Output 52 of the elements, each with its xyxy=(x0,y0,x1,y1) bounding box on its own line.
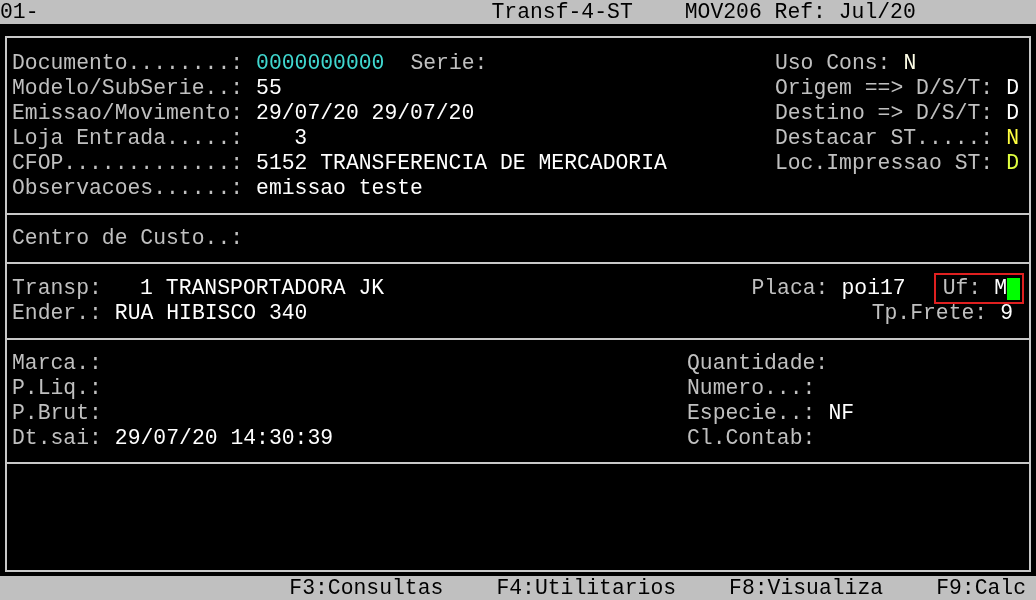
field-label: Transp: xyxy=(12,276,102,301)
field-value: N xyxy=(903,51,917,76)
field-value: 1 xyxy=(139,276,153,301)
field-label: Loja Entrada.....: xyxy=(12,126,244,151)
field-label: Especie..: xyxy=(687,401,816,426)
field-value: 29/07/20 29/07/20 xyxy=(256,101,475,126)
field-value: D xyxy=(1006,101,1019,126)
field-label: Origem ==> D/S/T: xyxy=(774,76,994,101)
field-label: Ender.: xyxy=(12,301,102,326)
field-value: N xyxy=(1006,126,1019,151)
field-value: D xyxy=(1006,151,1019,176)
field-value: 5152 TRANSFERENCIA DE MERCADORIA xyxy=(256,151,667,176)
field-label: Quantidade: xyxy=(687,351,829,376)
field-label: Modelo/SubSerie..: xyxy=(12,76,244,101)
field-value: RUA HIBISCO 340 xyxy=(114,301,308,326)
field-label: Serie: xyxy=(410,51,488,76)
field-label: Loc.Impressao ST: xyxy=(774,151,994,176)
field-label: Destino => D/S/T: xyxy=(774,101,994,126)
field-label: Destacar ST.....: xyxy=(774,126,994,151)
field-value: 0000000000 xyxy=(256,51,385,76)
field-label: P.Brut: xyxy=(12,401,102,426)
field-label: Observacoes......: xyxy=(12,176,244,201)
field-label: CFOP.............: xyxy=(12,151,244,176)
field-value: 9 xyxy=(1000,301,1013,326)
field-label: Numero...: xyxy=(687,376,816,401)
screen-title: Transf-4-ST xyxy=(491,0,633,25)
field-value: emissao teste xyxy=(256,176,423,201)
screen-code: 01- xyxy=(0,0,39,25)
function-key[interactable]: F4:Utilitarios xyxy=(496,575,677,600)
uf-field[interactable]: Uf: M xyxy=(933,273,1024,304)
field-value: poi17 xyxy=(841,276,906,301)
field-label: Tp.Frete: xyxy=(871,301,988,326)
function-key[interactable]: F9:Calc xyxy=(936,575,1026,600)
function-key[interactable]: F8:Visualiza xyxy=(729,575,884,600)
field-value: 29/07/20 14:30:39 xyxy=(114,426,334,451)
field-label: Uso Cons: xyxy=(774,51,891,76)
field-label: Placa: xyxy=(751,276,829,301)
field-value: 3 xyxy=(293,126,308,151)
field-label: Marca.: xyxy=(12,351,102,376)
function-key[interactable]: F3:Consultas xyxy=(289,575,444,600)
field-label: Centro de Custo..: xyxy=(12,226,244,251)
field-value: NF xyxy=(828,401,855,426)
field-value: TRANSPORTADORA JK xyxy=(165,276,385,301)
field-label: Documento........: xyxy=(12,51,244,76)
field-label: Cl.Contab: xyxy=(687,426,816,451)
field-label: Emissao/Movimento: xyxy=(12,101,244,126)
text-cursor xyxy=(1007,277,1020,300)
field-value: 55 xyxy=(256,76,282,101)
reference-text: MOV206 Ref: Jul/20 xyxy=(684,0,916,25)
field-label: P.Liq.: xyxy=(12,376,102,401)
field-label: Dt.sai: xyxy=(12,426,102,451)
field-value: D xyxy=(1006,76,1019,101)
